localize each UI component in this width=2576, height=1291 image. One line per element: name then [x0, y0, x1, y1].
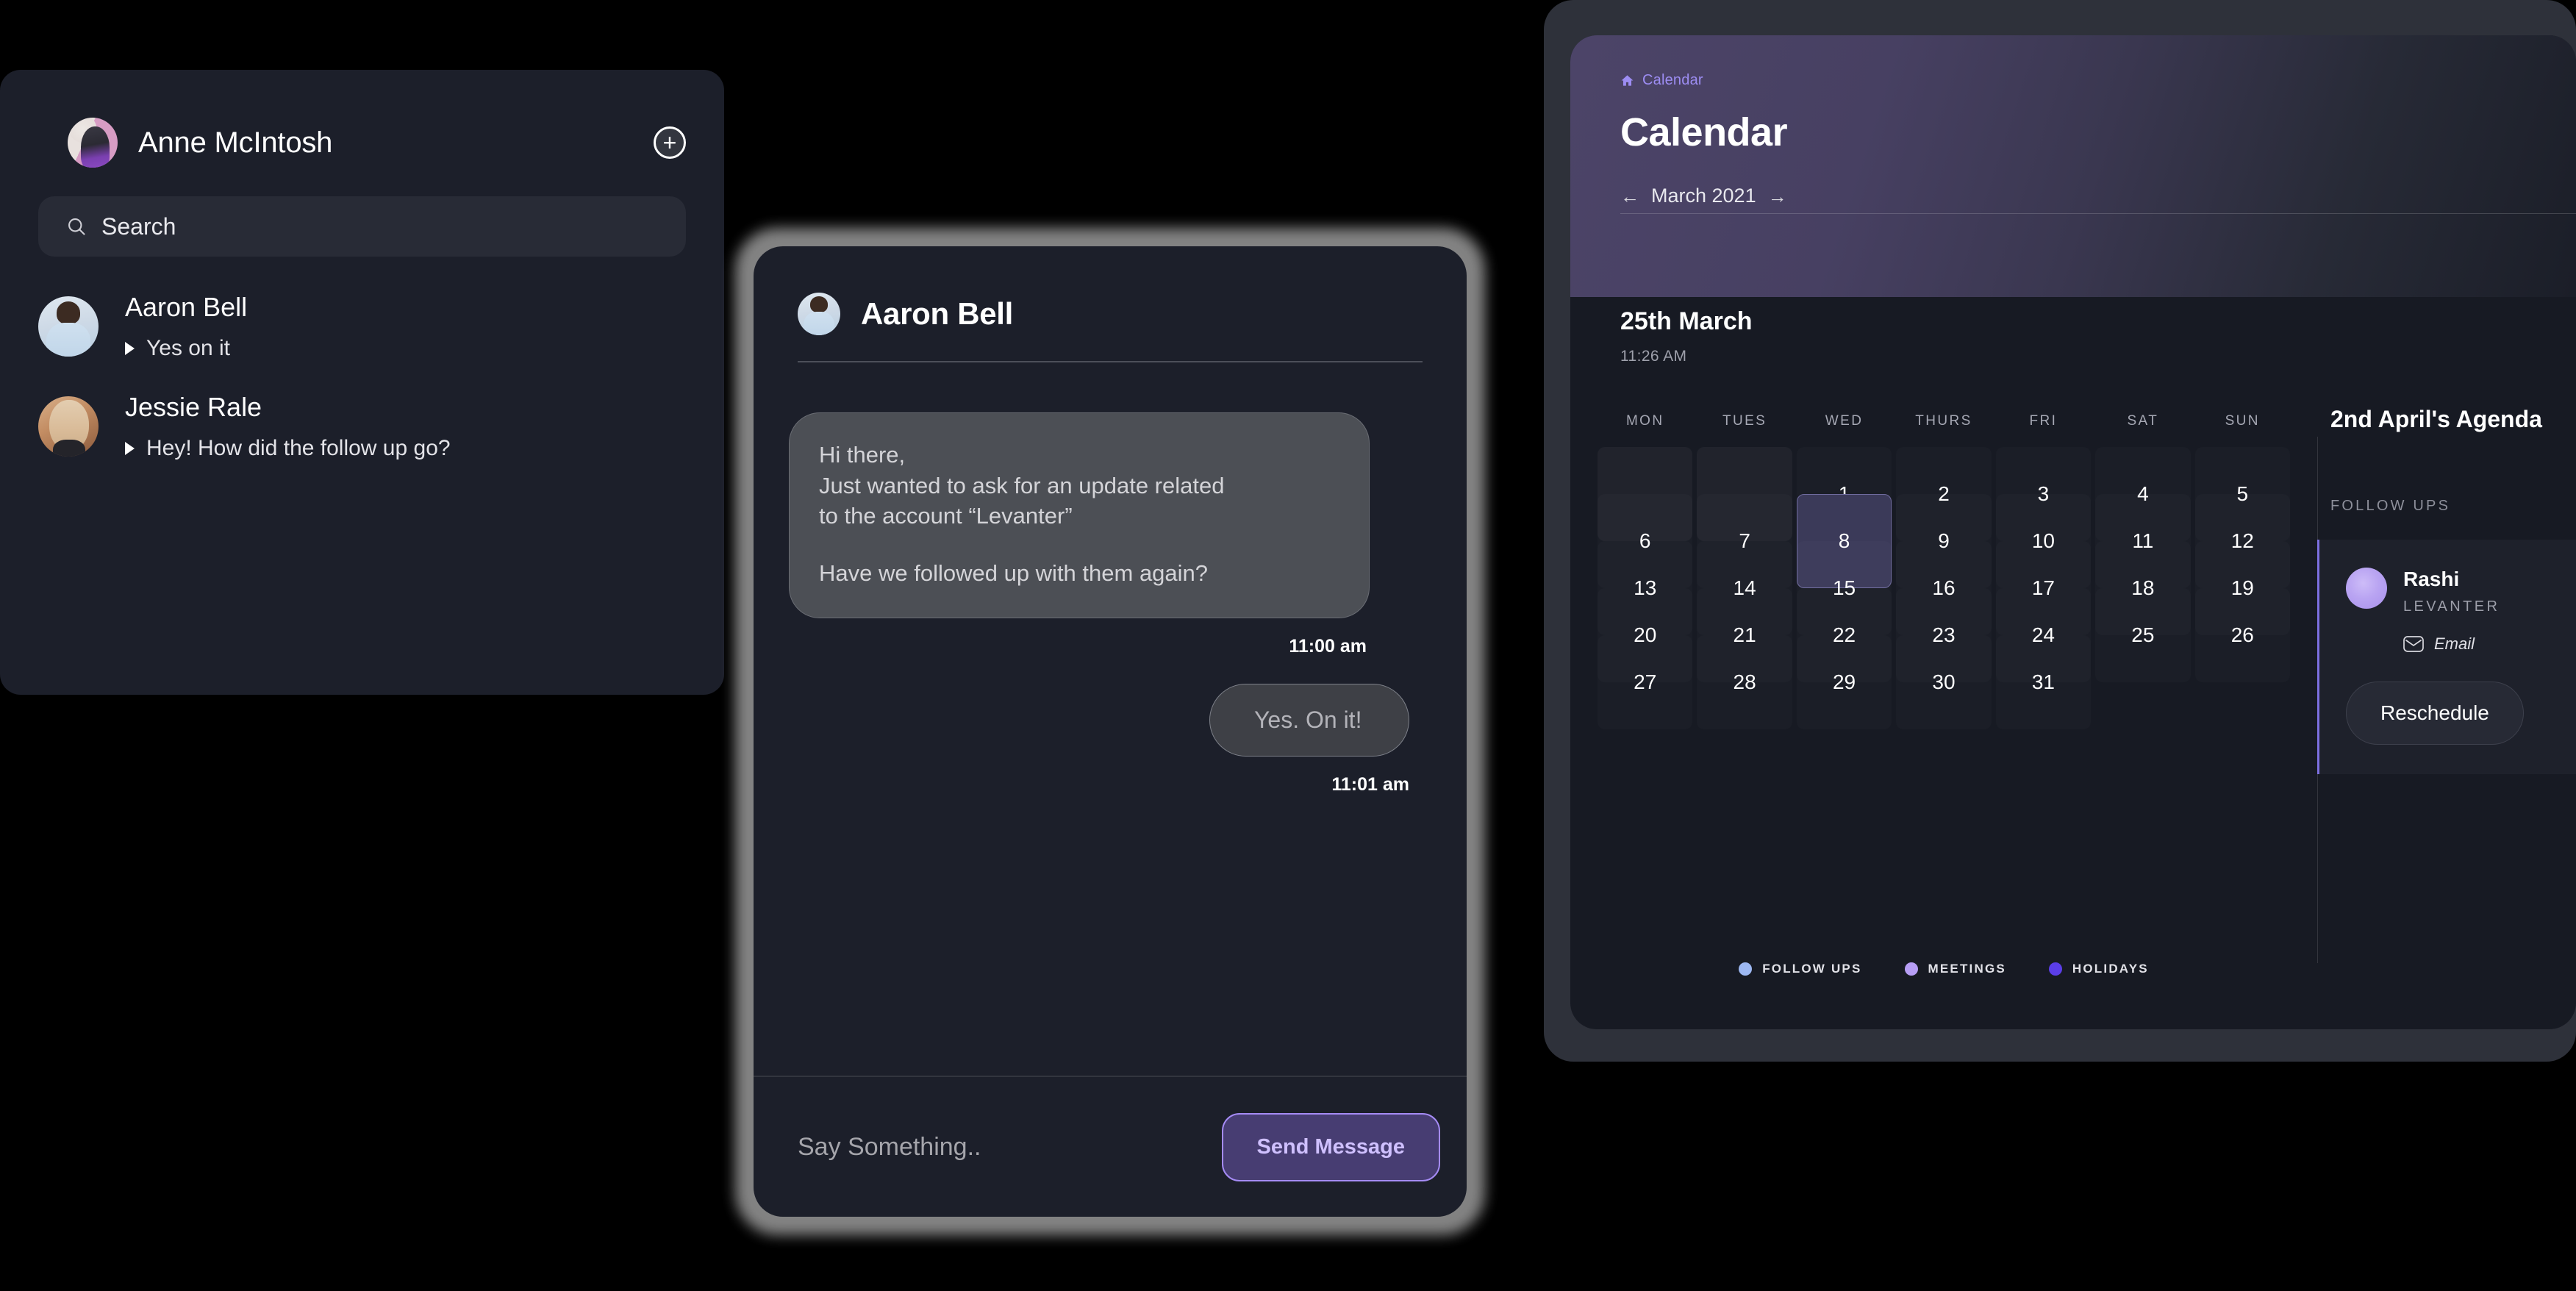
chat-messages: Hi there, Just wanted to ask for an upda… [754, 362, 1467, 795]
message-paragraph: Have we followed up with them again? [819, 559, 1209, 586]
days-grid: 1234567891011121314151617181920212223242… [1570, 429, 2317, 693]
prev-month-button[interactable]: ← [1620, 187, 1639, 206]
list-item-body: Jessie Rale Hey! How did the follow up g… [125, 392, 451, 461]
agenda-person-name: Rashi [2403, 568, 2460, 590]
search-input[interactable]: Search [38, 196, 686, 257]
add-contact-button[interactable]: + [654, 126, 686, 159]
search-placeholder: Search [101, 212, 176, 240]
month-label: March 2021 [1651, 185, 1756, 207]
search-row: Search [0, 180, 724, 257]
message-timestamp-row: 11:01 am [789, 757, 1437, 795]
calendar-legend: FOLLOW UPS MEETINGS HOLIDAYS [1570, 962, 2317, 976]
agenda-card[interactable]: Rashi LEVANTER Email Reschedule [2317, 540, 2576, 774]
agenda-person-text: Rashi LEVANTER Email [2403, 568, 2500, 654]
legend-label: HOLIDAYS [2072, 962, 2149, 976]
avatar [798, 293, 840, 335]
contact-name: Aaron Bell [125, 292, 248, 322]
next-month-button[interactable]: → [1768, 187, 1787, 206]
contacts-panel: Anne McIntosh + Search Aaron Bell Yes on… [0, 70, 724, 695]
play-triangle-icon [125, 342, 135, 355]
contact-name: Jessie Rale [125, 392, 262, 422]
message-input[interactable]: Say Something.. [798, 1133, 981, 1162]
page-title: Calendar [1620, 110, 1788, 154]
day-cell-30[interactable]: 30 [1896, 635, 1991, 729]
day-of-week-wed: WED [1825, 413, 1864, 429]
legend-dot-icon [1739, 962, 1753, 976]
calendar-grid-area: MON TUES WED THURS FRI SAT SUN 123456789101112… [1570, 297, 2317, 1029]
legend-item: FOLLOW UPS [1739, 962, 1861, 976]
day-of-week-header: MON TUES WED THURS FRI SAT SUN [1570, 297, 2317, 429]
avatar [38, 396, 99, 457]
list-item[interactable]: Aaron Bell Yes on it [0, 292, 724, 361]
contact-preview-text: Yes on it [146, 336, 230, 360]
message-incoming: Hi there, Just wanted to ask for an upda… [789, 412, 1437, 657]
home-icon [1621, 75, 1634, 86]
agenda-panel: 2nd April's Agenda FOLLOW UPS Rashi LEVA… [2317, 297, 2576, 1029]
play-triangle-icon [125, 442, 135, 455]
day-cell-28[interactable]: 28 [1697, 635, 1792, 729]
avatar [38, 296, 99, 357]
legend-item: HOLIDAYS [2048, 962, 2149, 976]
search-icon [68, 218, 85, 235]
agenda-person: Rashi LEVANTER Email [2346, 568, 2576, 654]
current-user-name: Anne McIntosh [138, 126, 333, 159]
day-cell-26[interactable]: 26 [2195, 588, 2290, 682]
day-of-week-fri: FRI [2029, 413, 2058, 429]
chat-header: Aaron Bell [754, 246, 1467, 340]
day-of-week-sun: SUN [2225, 413, 2260, 429]
agenda-contact-label: Email [2434, 634, 2475, 653]
legend-item: MEETINGS [1904, 962, 2006, 976]
list-item[interactable]: Jessie Rale Hey! How did the follow up g… [0, 392, 724, 461]
message-timestamp: 11:01 am [1331, 774, 1409, 795]
breadcrumb-label: Calendar [1642, 72, 1703, 88]
month-navigator: ← March 2021 → [1620, 185, 2576, 207]
contact-preview-row: Yes on it [125, 336, 247, 361]
contacts-header: Anne McIntosh + [0, 70, 724, 180]
calendar-panel: Calendar Calendar ← March 2021 → 25th Ma… [1570, 35, 2576, 1029]
contacts-list: Aaron Bell Yes on it Jessie Rale Hey! Ho… [0, 257, 724, 461]
legend-label: FOLLOW UPS [1762, 962, 1862, 976]
divider [1620, 213, 2576, 214]
calendar-main: MON TUES WED THURS FRI SAT SUN 123456789101112… [1570, 297, 2576, 1029]
day-of-week-mon: MON [1625, 413, 1664, 429]
message-bubble: Yes. On it! [1209, 684, 1409, 757]
message-outgoing: Yes. On it! [789, 684, 1437, 757]
day-cell-29[interactable]: 29 [1797, 635, 1892, 729]
contact-preview-text: Hey! How did the follow up go? [146, 436, 451, 460]
day-cell-27[interactable]: 27 [1598, 635, 1692, 729]
compose-bar: Say Something.. Send Message [754, 1077, 1467, 1217]
agenda-contact-row[interactable]: Email [2403, 634, 2500, 654]
screen-root: Anne McIntosh + Search Aaron Bell Yes on… [0, 0, 2576, 1291]
chat-panel: Aaron Bell Hi there, Just wanted to ask … [754, 246, 1467, 1217]
message-paragraph: Hi there, Just wanted to ask for an upda… [819, 442, 1225, 529]
calendar-hero: Calendar Calendar ← March 2021 → 25th Ma… [1570, 35, 2576, 365]
mail-icon [2403, 636, 2424, 652]
day-of-week-tues: TUES [1722, 413, 1767, 429]
day-of-week-sat: SAT [2127, 413, 2159, 429]
day-of-week-thurs: THURS [1915, 413, 1972, 429]
message-timestamp: 11:00 am [1289, 636, 1367, 657]
avatar [68, 118, 118, 168]
chat-title: Aaron Bell [861, 296, 1014, 331]
legend-dot-icon [2048, 962, 2062, 976]
breadcrumb[interactable]: Calendar [1620, 72, 2576, 89]
legend-label: MEETINGS [1928, 962, 2006, 976]
contact-preview-row: Hey! How did the follow up go? [125, 436, 451, 461]
list-item-body: Aaron Bell Yes on it [125, 292, 247, 361]
agenda-title: 2nd April's Agenda [2330, 406, 2542, 432]
send-message-button[interactable]: Send Message [1221, 1112, 1440, 1181]
reschedule-button[interactable]: Reschedule [2346, 682, 2524, 745]
day-cell-31[interactable]: 31 [1996, 635, 2091, 729]
agenda-section-label: FOLLOW UPS [2330, 498, 2451, 514]
legend-dot-icon [1904, 962, 1918, 976]
avatar [2346, 568, 2387, 609]
message-bubble: Hi there, Just wanted to ask for an upda… [789, 412, 1370, 619]
day-cell-25[interactable]: 25 [2095, 588, 2190, 682]
agenda-person-org: LEVANTER [2403, 598, 2500, 615]
